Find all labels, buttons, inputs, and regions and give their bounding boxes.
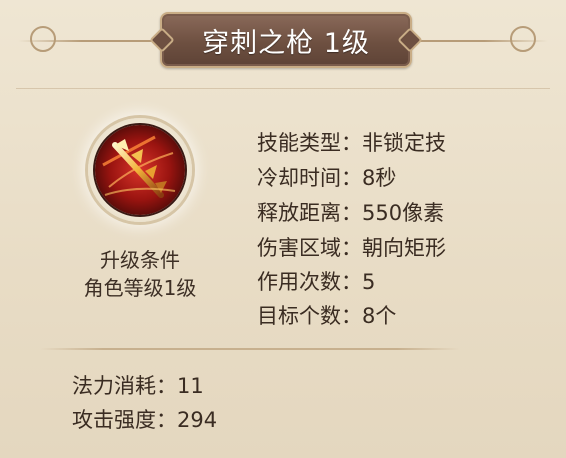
stat-value: 非锁定技	[362, 131, 446, 155]
stat-damage-area: 伤害区域：朝向矩形	[257, 232, 446, 262]
stat-skill-type: 技能类型：非锁定技	[257, 127, 446, 157]
left-scroll-ornament	[30, 26, 56, 52]
stat-label: 法力消耗：	[72, 374, 177, 398]
upgrade-condition-label: 升级条件	[100, 248, 180, 272]
stat-label: 技能类型：	[257, 131, 362, 155]
stat-label: 攻击强度：	[72, 408, 177, 432]
stat-cooldown: 冷却时间：8秒	[257, 162, 396, 192]
stat-attack-power: 攻击强度：294	[72, 404, 217, 434]
stat-value: 550像素	[362, 201, 445, 225]
stat-cast-range: 释放距离：550像素	[257, 197, 444, 227]
stat-label: 冷却时间：	[257, 166, 362, 190]
plaque-right-ornament	[397, 27, 423, 53]
plaque-left-ornament	[149, 27, 175, 53]
skill-title: 穿刺之枪 1级	[202, 27, 370, 59]
spear-skill-icon[interactable]	[95, 125, 185, 215]
stat-value: 5	[362, 270, 376, 294]
stat-value: 8秒	[362, 166, 397, 190]
stat-label: 释放距离：	[257, 201, 362, 225]
stat-label: 伤害区域：	[257, 236, 362, 260]
skill-info-panel: 穿刺之枪 1级 升级条件 角色等级1级 技能类型：非锁定技 冷却时间：8秒 释放…	[0, 0, 566, 458]
stat-value: 8个	[362, 304, 397, 328]
stat-hit-count: 作用次数：5	[257, 266, 375, 296]
stat-label: 目标个数：	[257, 304, 362, 328]
stat-target-count: 目标个数：8个	[257, 300, 396, 330]
stat-value: 294	[177, 408, 218, 432]
stat-mana-cost: 法力消耗：11	[72, 370, 204, 400]
right-scroll-ornament	[510, 26, 536, 52]
stat-value: 11	[177, 374, 204, 398]
stat-label: 作用次数：	[257, 270, 362, 294]
upgrade-condition-value: 角色等级1级	[83, 276, 197, 300]
title-plaque: 穿刺之枪 1级	[149, 12, 423, 68]
stat-value: 朝向矩形	[362, 236, 446, 260]
section-divider	[40, 348, 460, 350]
